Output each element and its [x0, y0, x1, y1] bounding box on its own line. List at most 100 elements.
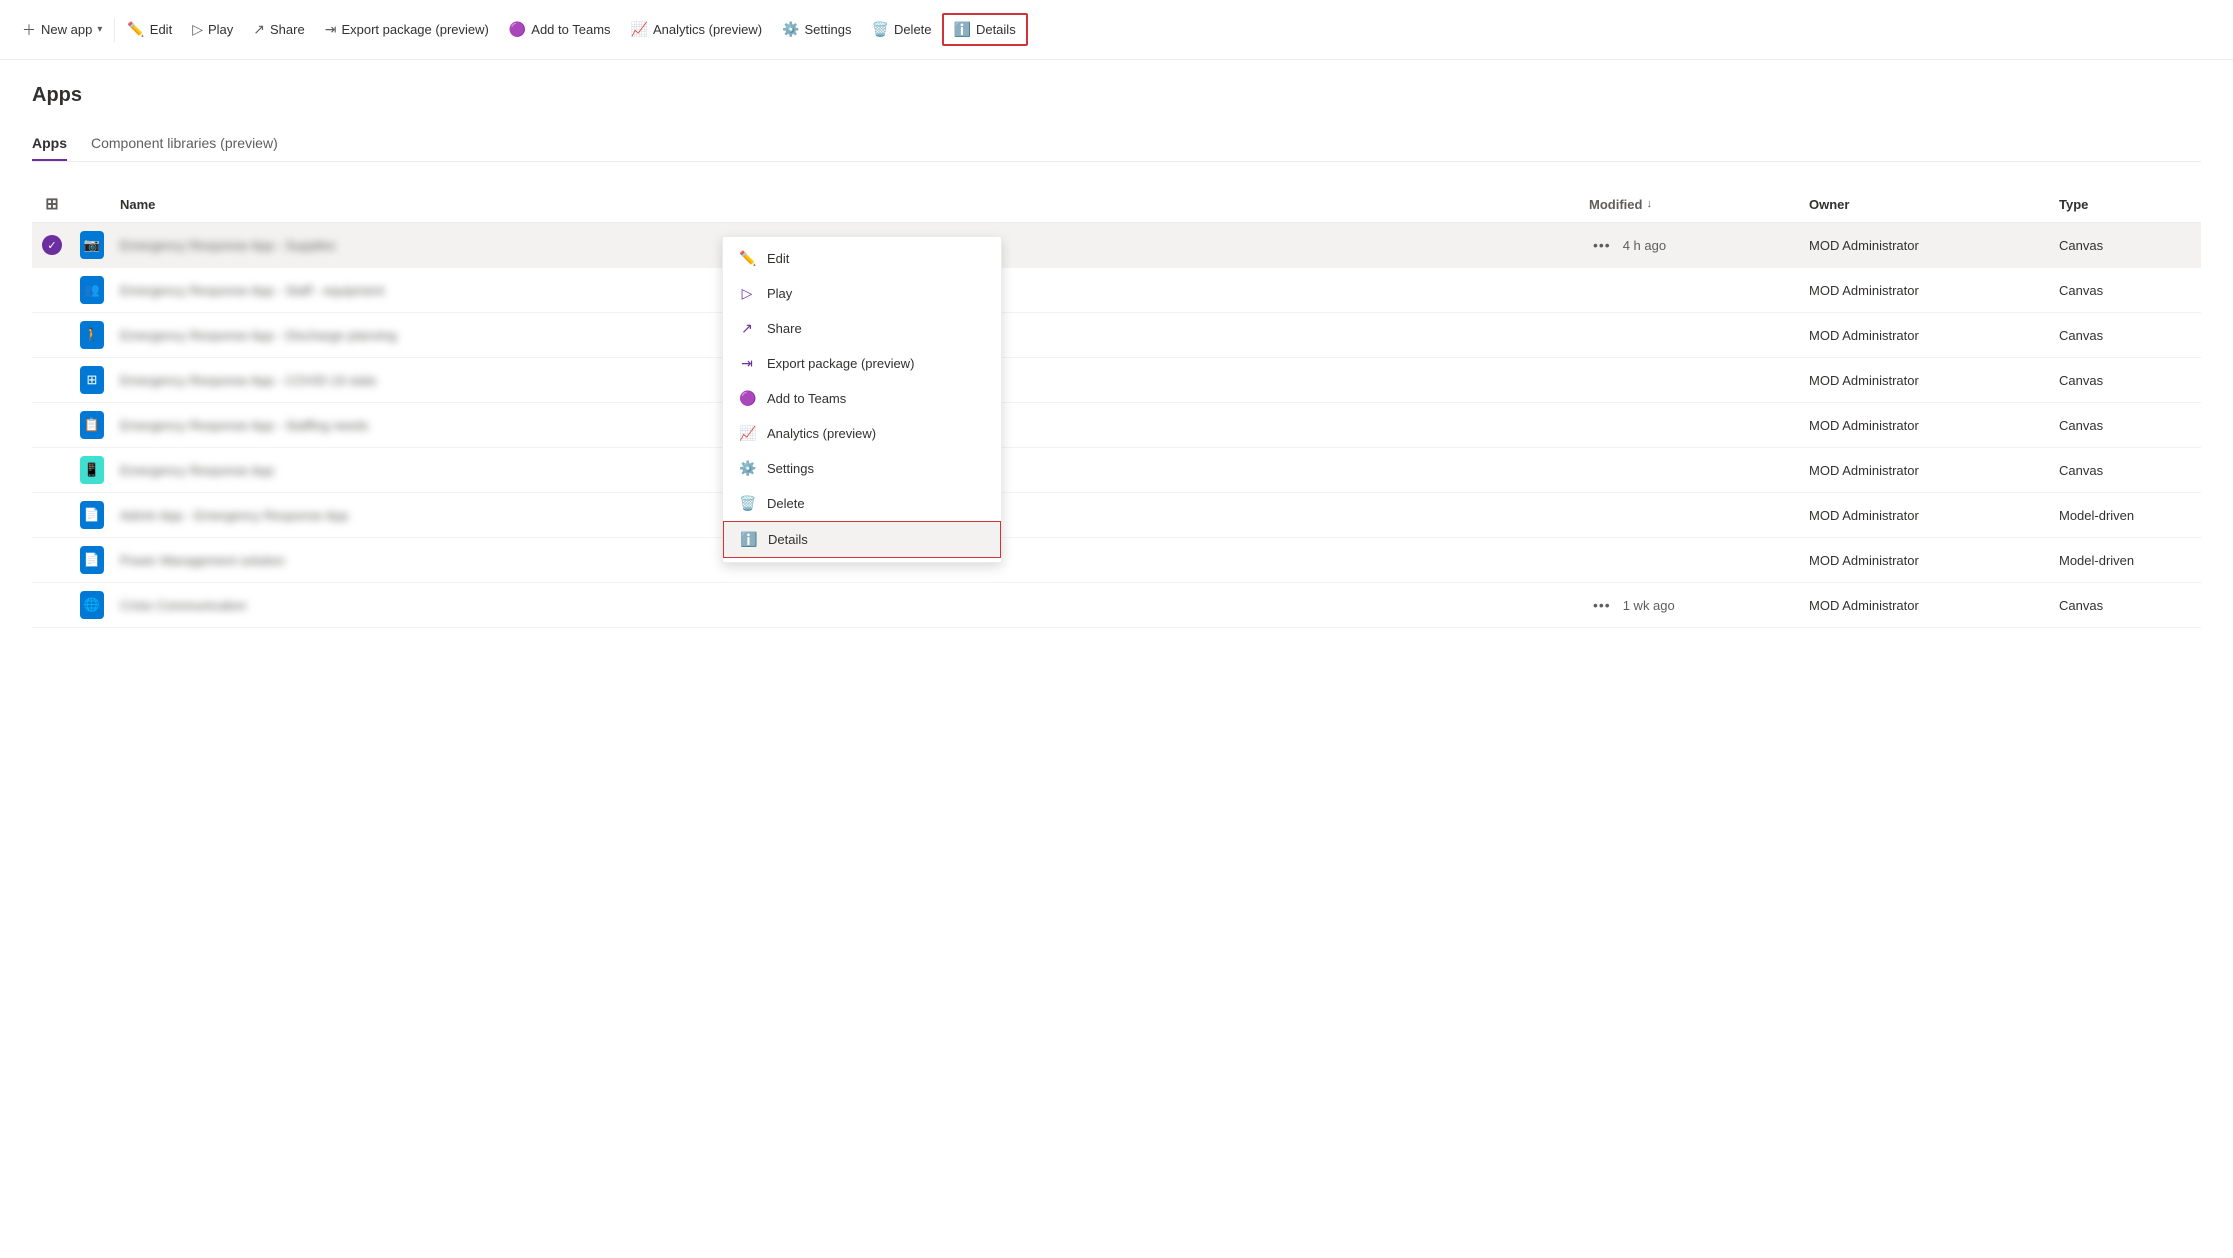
app-icon: ⊞: [80, 366, 104, 394]
context-menu: ✏️ Edit ▷ Play ↗ Share ⇥ Export package …: [722, 236, 1002, 563]
ellipsis-button[interactable]: •••: [1589, 595, 1615, 615]
row-owner: MOD Administrator: [1801, 508, 2051, 523]
export-button[interactable]: ⇥ Export package (preview): [315, 15, 499, 44]
table-row[interactable]: 🌐 Crisis Communication ••• 1 wk ago MOD …: [32, 583, 2201, 628]
context-menu-settings[interactable]: ⚙️ Settings: [723, 451, 1001, 486]
table-row[interactable]: ⊞ Emergency Response App - COVID-19 stat…: [32, 358, 2201, 403]
toolbar: ＋ New app ▾ ✏️ Edit ▷ Play ↗ Share ⇥ Exp…: [0, 0, 2233, 60]
context-menu-analytics[interactable]: 📈 Analytics (preview): [723, 416, 1001, 451]
row-owner: MOD Administrator: [1801, 463, 2051, 478]
row-type: Canvas: [2051, 238, 2201, 253]
row-icon: 👥: [72, 276, 112, 304]
row-icon: 📷: [72, 231, 112, 259]
tab-apps[interactable]: Apps: [32, 127, 67, 161]
context-menu-analytics-label: Analytics (preview): [767, 426, 876, 441]
context-menu-add-to-teams-label: Add to Teams: [767, 391, 846, 406]
context-menu-details[interactable]: ℹ️ Details: [723, 521, 1001, 558]
edit-icon: ✏️: [127, 21, 144, 38]
context-menu-settings-label: Settings: [767, 461, 814, 476]
grid-icon[interactable]: ⊞: [45, 194, 58, 214]
row-icon: 🚶: [72, 321, 112, 349]
row-type: Canvas: [2051, 463, 2201, 478]
row-type: Canvas: [2051, 283, 2201, 298]
apps-table: ⊞ Name Modified ↓ Owner Type ✓ 📷 Emergen…: [32, 186, 2201, 628]
app-icon: 📋: [80, 411, 104, 439]
main-content: Apps Apps Component libraries (preview) …: [0, 60, 2233, 652]
row-icon: 📋: [72, 411, 112, 439]
row-modified: ••• 1 wk ago: [1581, 595, 1801, 615]
row-type: Model-driven: [2051, 553, 2201, 568]
export-icon: ⇥: [739, 355, 755, 372]
analytics-button[interactable]: 📈 Analytics (preview): [621, 15, 773, 44]
context-menu-edit[interactable]: ✏️ Edit: [723, 241, 1001, 276]
tab-component-libraries[interactable]: Component libraries (preview): [91, 127, 278, 161]
app-icon: 👥: [80, 276, 104, 304]
table-row[interactable]: 👥 Emergency Response App - Staff - equip…: [32, 268, 2201, 313]
table-row[interactable]: ✓ 📷 Emergency Response App - Supplies ••…: [32, 223, 2201, 268]
tabs: Apps Component libraries (preview): [32, 127, 2201, 162]
row-type: Canvas: [2051, 328, 2201, 343]
context-menu-share-label: Share: [767, 321, 802, 336]
row-name: Crisis Communication: [112, 598, 1581, 613]
row-icon: 📱: [72, 456, 112, 484]
row-modified: ••• 4 h ago: [1581, 235, 1801, 255]
row-type: Canvas: [2051, 418, 2201, 433]
check-selected-icon: ✓: [42, 235, 62, 255]
delete-icon: 🗑️: [872, 21, 889, 38]
plus-icon: ＋: [22, 20, 36, 40]
teams-icon: 🟣: [739, 390, 755, 407]
header-owner: Owner: [1801, 194, 2051, 214]
share-icon: ↗: [739, 320, 755, 337]
info-icon: ℹ️: [740, 531, 756, 548]
row-owner: MOD Administrator: [1801, 328, 2051, 343]
context-menu-export-label: Export package (preview): [767, 356, 914, 371]
row-owner: MOD Administrator: [1801, 373, 2051, 388]
teams-icon: 🟣: [509, 21, 526, 38]
context-menu-edit-label: Edit: [767, 251, 789, 266]
app-icon: 📱: [80, 456, 104, 484]
context-menu-share[interactable]: ↗ Share: [723, 311, 1001, 346]
table-row[interactable]: 📋 Emergency Response App - Staffing need…: [32, 403, 2201, 448]
settings-button[interactable]: ⚙️ Settings: [772, 15, 861, 44]
header-modified[interactable]: Modified ↓: [1581, 194, 1801, 214]
context-menu-delete-label: Delete: [767, 496, 805, 511]
add-to-teams-button[interactable]: 🟣 Add to Teams: [499, 15, 621, 44]
row-icon: ⊞: [72, 366, 112, 394]
delete-button[interactable]: 🗑️ Delete: [862, 15, 942, 44]
table-header: ⊞ Name Modified ↓ Owner Type: [32, 186, 2201, 223]
edit-icon: ✏️: [739, 250, 755, 267]
header-icon: [72, 194, 112, 214]
ellipsis-button[interactable]: •••: [1589, 235, 1615, 255]
details-button[interactable]: ℹ️ Details: [942, 13, 1028, 46]
context-menu-details-label: Details: [768, 532, 808, 547]
row-owner: MOD Administrator: [1801, 418, 2051, 433]
context-menu-export[interactable]: ⇥ Export package (preview): [723, 346, 1001, 381]
toolbar-divider: [114, 18, 115, 42]
page-title: Apps: [32, 84, 2201, 107]
row-check[interactable]: ✓: [32, 235, 72, 255]
row-icon: 📄: [72, 546, 112, 574]
row-type: Canvas: [2051, 373, 2201, 388]
context-menu-delete[interactable]: 🗑️ Delete: [723, 486, 1001, 521]
context-menu-play-label: Play: [767, 286, 792, 301]
play-button[interactable]: ▷ Play: [182, 15, 243, 44]
header-type: Type: [2051, 194, 2201, 214]
context-menu-play[interactable]: ▷ Play: [723, 276, 1001, 311]
table-row[interactable]: 📄 Admin App - Emergency Response App MOD…: [32, 493, 2201, 538]
context-menu-add-to-teams[interactable]: 🟣 Add to Teams: [723, 381, 1001, 416]
analytics-icon: 📈: [631, 21, 648, 38]
edit-button[interactable]: ✏️ Edit: [117, 15, 182, 44]
header-name[interactable]: Name: [112, 194, 1581, 214]
settings-icon: ⚙️: [782, 21, 799, 38]
row-type: Canvas: [2051, 598, 2201, 613]
share-icon: ↗: [253, 21, 265, 38]
row-owner: MOD Administrator: [1801, 283, 2051, 298]
table-row[interactable]: 📱 Emergency Response App MOD Administrat…: [32, 448, 2201, 493]
app-icon: 📄: [80, 546, 104, 574]
new-app-button[interactable]: ＋ New app ▾: [12, 14, 112, 46]
table-row[interactable]: 📄 Power Management solution MOD Administ…: [32, 538, 2201, 583]
share-button[interactable]: ↗ Share: [243, 15, 314, 44]
table-row[interactable]: 🚶 Emergency Response App - Discharge pla…: [32, 313, 2201, 358]
row-icon: 📄: [72, 501, 112, 529]
export-icon: ⇥: [325, 21, 337, 38]
